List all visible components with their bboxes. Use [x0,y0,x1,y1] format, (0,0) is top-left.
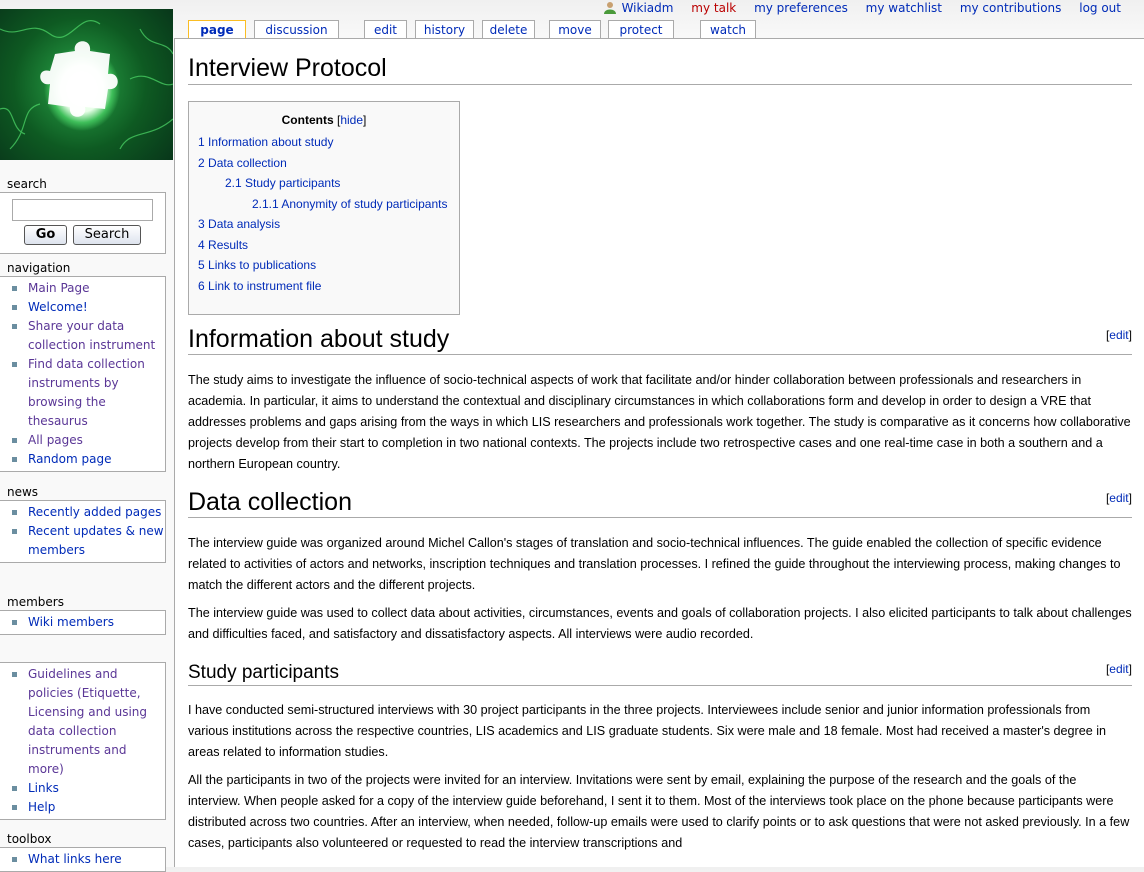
members-heading: members [7,595,64,609]
nav-share-instrument[interactable]: Share your data collection instrument [28,319,155,352]
nav-all-pages[interactable]: All pages [28,433,83,447]
members-portlet: members Wiki members [0,594,166,635]
news-heading: news [7,485,39,499]
section-heading-information-about-study: Information about study [edit] [188,325,1132,355]
paragraph: The interview guide was organized around… [188,536,1121,592]
search-heading: search [7,177,47,191]
personal-toolbar: Wikiadm my talk my preferences my watchl… [603,0,1144,16]
paragraph: I have conducted semi-structured intervi… [188,703,1107,759]
toc-item[interactable]: 2.1.1 Anonymity of study participants [252,197,447,211]
news-portlet: news Recently added pages Recent updates… [0,484,166,563]
tab-protect[interactable]: protect [608,20,674,38]
tab-history[interactable]: history [415,20,474,38]
tab-discussion[interactable]: discussion [254,20,339,38]
misc-portlet: Guidelines and policies (Etiquette, Lice… [0,646,166,820]
tab-edit[interactable]: edit [364,20,407,38]
section-heading-study-participants: Study participants [edit] [188,661,1132,686]
toolbox-portlet: toolbox What links here [0,831,166,872]
user-page-link[interactable]: Wikiadm [622,1,674,15]
toolbox-what-links-here[interactable]: What links here [28,852,122,866]
edit-section-link[interactable]: edit [1109,328,1128,342]
site-logo[interactable] [0,9,173,160]
toc-item[interactable]: 2 Data collection [198,156,287,170]
toolbox-heading: toolbox [7,832,52,846]
misc-links[interactable]: Links [28,781,59,795]
tab-delete[interactable]: delete [482,20,535,38]
search-button[interactable]: Search [73,225,141,245]
paragraph: All the participants in two of the proje… [188,773,1130,850]
members-wiki-members[interactable]: Wiki members [28,615,114,629]
page-title: Interview Protocol [188,53,1132,85]
misc-guidelines[interactable]: Guidelines and policies (Etiquette, Lice… [28,667,147,776]
toc-title: Contents [281,113,334,127]
user-icon [603,2,616,14]
nav-find-instruments[interactable]: Find data collection instruments by brow… [28,357,145,428]
edit-section-link[interactable]: edit [1109,491,1128,505]
news-recently-added[interactable]: Recently added pages [28,505,161,519]
table-of-contents: Contents [hide] 1 Information about stud… [188,101,460,315]
toc-item[interactable]: 5 Links to publications [198,258,316,272]
toc-list: 1 Information about study 2 Data collect… [198,132,450,296]
toc-item[interactable]: 2.1 Study participants [225,176,340,190]
my-preferences-link[interactable]: my preferences [754,1,848,15]
section-heading-data-collection: Data collection [edit] [188,488,1132,518]
misc-heading [0,646,166,662]
tab-page[interactable]: page [188,20,246,39]
toc-hide-link[interactable]: hide [340,113,363,127]
my-watchlist-link[interactable]: my watchlist [866,1,942,15]
navigation-heading: navigation [7,261,71,275]
my-contributions-link[interactable]: my contributions [960,1,1062,15]
toc-item[interactable]: 4 Results [198,238,248,252]
puzzle-logo-icon [0,20,173,150]
tab-move[interactable]: move [549,20,601,38]
paragraph: The interview guide was used to collect … [188,606,1132,641]
toc-item[interactable]: 3 Data analysis [198,217,280,231]
go-button[interactable]: Go [24,225,67,245]
navigation-portlet: navigation Main Page Welcome! Share your… [0,260,166,472]
search-input[interactable] [12,199,153,221]
search-portlet: search Go Search [0,176,166,254]
nav-welcome[interactable]: Welcome! [28,300,88,314]
news-recent-updates[interactable]: Recent updates & new members [28,524,164,557]
misc-help[interactable]: Help [28,800,55,814]
nav-main-page[interactable]: Main Page [28,281,90,295]
edit-section-link[interactable]: edit [1109,662,1128,676]
paragraph: The study aims to investigate the influe… [188,373,1131,471]
toc-item[interactable]: 6 Link to instrument file [198,279,321,293]
nav-random-page[interactable]: Random page [28,452,111,466]
toc-item[interactable]: 1 Information about study [198,135,333,149]
tab-watch[interactable]: watch [700,20,756,38]
my-talk-link[interactable]: my talk [691,1,736,15]
content-area: Interview Protocol Contents [hide] 1 Inf… [174,38,1144,867]
log-out-link[interactable]: log out [1079,1,1121,15]
